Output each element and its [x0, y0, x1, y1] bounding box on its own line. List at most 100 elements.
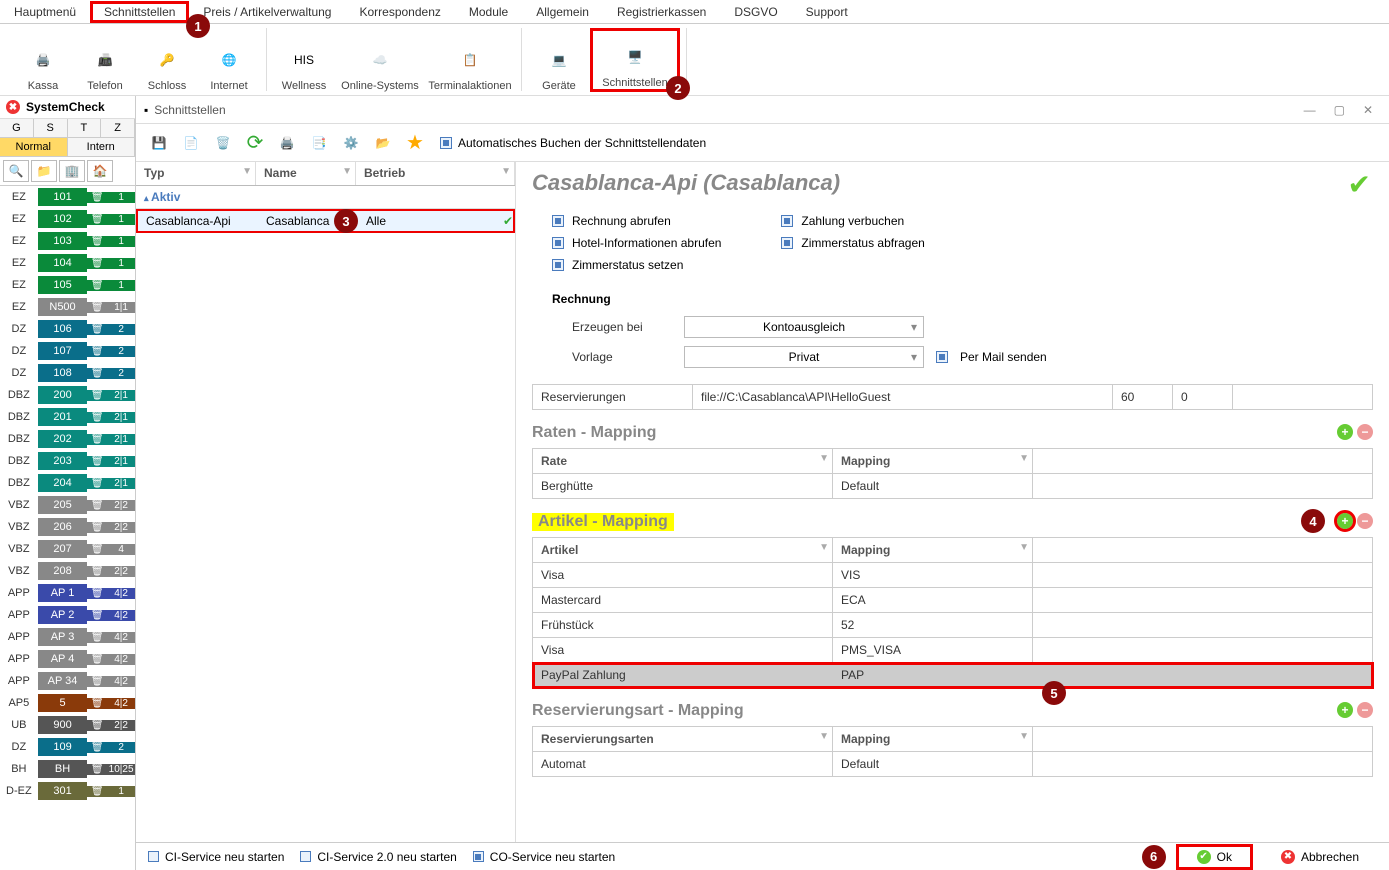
room-row[interactable]: VBZ207🗑4 [0, 538, 135, 560]
minimize-button[interactable]: — [1304, 103, 1316, 117]
ribbon-kassa[interactable]: 🖨️Kassa [12, 28, 74, 92]
ci-restart-checkbox[interactable]: CI-Service neu starten [148, 850, 284, 864]
maximize-button[interactable]: ▢ [1334, 103, 1345, 117]
ribbon-wellness[interactable]: HISWellness [273, 28, 335, 92]
building-icon[interactable]: 🏢 [59, 160, 85, 182]
menu-hauptmen[interactable]: Hauptmenü [0, 1, 90, 23]
menu-schnittstellen[interactable]: Schnittstellen [90, 1, 189, 23]
refresh-icon[interactable]: ⟳ [240, 128, 270, 158]
new-icon[interactable]: 📄 [176, 128, 206, 158]
table-row[interactable]: BerghütteDefault [533, 474, 1373, 499]
room-row[interactable]: APPAP 2🗑4|2 [0, 604, 135, 626]
room-row[interactable]: AP55🗑4|2 [0, 692, 135, 714]
menu-module[interactable]: Module [455, 1, 522, 23]
room-row[interactable]: DBZ203🗑2|1 [0, 450, 135, 472]
artikel-add-button[interactable]: + [1337, 513, 1353, 529]
auto-book-checkbox[interactable]: Automatisches Buchen der Schnittstellend… [440, 136, 706, 150]
room-row[interactable]: DBZ202🗑2|1 [0, 428, 135, 450]
room-row[interactable]: DZ106🗑2 [0, 318, 135, 340]
menu-allgemein[interactable]: Allgemein [522, 1, 603, 23]
option-rechnung-abrufen[interactable]: Rechnung abrufen [552, 212, 721, 230]
menu-preisartikelverwaltung[interactable]: Preis / Artikelverwaltung [189, 1, 345, 23]
ribbon-schloss[interactable]: 🔑Schloss [136, 28, 198, 92]
res-n1[interactable]: 60 [1113, 385, 1173, 410]
home-icon[interactable]: 🏠 [87, 160, 113, 182]
room-row[interactable]: DZ108🗑2 [0, 362, 135, 384]
group-aktiv[interactable]: Aktiv [136, 186, 515, 209]
folder-icon[interactable]: 📁 [31, 160, 57, 182]
room-row[interactable]: APPAP 34🗑4|2 [0, 670, 135, 692]
room-row[interactable]: EZ101🗑1 [0, 186, 135, 208]
room-row[interactable]: DBZ204🗑2|1 [0, 472, 135, 494]
col-typ[interactable]: Typ▼ [136, 162, 256, 185]
col-name[interactable]: Name▼ [256, 162, 356, 185]
gear-icon[interactable]: ⚙️ [336, 128, 366, 158]
permail-checkbox[interactable] [936, 351, 948, 363]
table-row[interactable]: VisaPMS_VISA [533, 638, 1373, 663]
ci2-restart-checkbox[interactable]: CI-Service 2.0 neu starten [300, 850, 456, 864]
menu-support[interactable]: Support [792, 1, 862, 23]
menu-dsgvo[interactable]: DSGVO [720, 1, 791, 23]
tab-S[interactable]: S [34, 119, 68, 137]
ribbon-telefon[interactable]: 📠Telefon [74, 28, 136, 92]
ok-button[interactable]: ✔Ok [1176, 844, 1253, 870]
erzeugen-select[interactable]: Kontoausgleich [684, 316, 924, 338]
room-row[interactable]: APPAP 1🗑4|2 [0, 582, 135, 604]
room-row[interactable]: DBZ200🗑2|1 [0, 384, 135, 406]
room-row[interactable]: VBZ206🗑2|2 [0, 516, 135, 538]
raten-remove-button[interactable]: − [1357, 424, 1373, 440]
room-row[interactable]: UB900🗑2|2 [0, 714, 135, 736]
close-button[interactable]: ✕ [1363, 103, 1373, 117]
room-row[interactable]: VBZ208🗑2|2 [0, 560, 135, 582]
artikel-remove-button[interactable]: − [1357, 513, 1373, 529]
open-folder-icon[interactable]: 📂 [368, 128, 398, 158]
room-row[interactable]: EZN500🗑1|1 [0, 296, 135, 318]
print-icon[interactable]: 🖨️ [272, 128, 302, 158]
menu-registrierkassen[interactable]: Registrierkassen [603, 1, 720, 23]
tab-T[interactable]: T [68, 119, 102, 137]
option-hotel-informationen-abrufen[interactable]: Hotel-Informationen abrufen [552, 234, 721, 252]
co-restart-checkbox[interactable]: CO-Service neu starten [473, 850, 615, 864]
option-zahlung-verbuchen[interactable]: Zahlung verbuchen [781, 212, 924, 230]
table-row[interactable]: VisaVIS [533, 563, 1373, 588]
room-row[interactable]: APPAP 3🗑4|2 [0, 626, 135, 648]
room-row[interactable]: EZ103🗑1 [0, 230, 135, 252]
menu-korrespondenz[interactable]: Korrespondenz [345, 1, 454, 23]
table-row[interactable]: Frühstück52 [533, 613, 1373, 638]
col-betrieb[interactable]: Betrieb▼ [356, 162, 515, 185]
res-path[interactable]: file://C:\Casablanca\API\HelloGuest [693, 385, 1113, 410]
resart-add-button[interactable]: + [1337, 702, 1353, 718]
tab-normal[interactable]: Normal [0, 138, 68, 156]
table-row[interactable]: AutomatDefault [533, 752, 1373, 777]
search-icon[interactable]: 🔍 [3, 160, 29, 182]
room-row[interactable]: EZ105🗑1 [0, 274, 135, 296]
room-row[interactable]: EZ104🗑1 [0, 252, 135, 274]
ribbon-internet[interactable]: 🌐Internet [198, 28, 260, 92]
copy-icon[interactable]: 📑 [304, 128, 334, 158]
raten-add-button[interactable]: + [1337, 424, 1353, 440]
option-zimmerstatus-abfragen[interactable]: Zimmerstatus abfragen [781, 234, 924, 252]
room-row[interactable]: DZ109🗑2 [0, 736, 135, 758]
ribbon-geräte[interactable]: 💻Geräte [528, 28, 590, 92]
room-row[interactable]: DZ107🗑2 [0, 340, 135, 362]
room-row[interactable]: APPAP 4🗑4|2 [0, 648, 135, 670]
tab-intern[interactable]: Intern [68, 138, 136, 156]
vorlage-select[interactable]: Privat [684, 346, 924, 368]
save-icon[interactable]: 💾 [144, 128, 174, 158]
resart-remove-button[interactable]: − [1357, 702, 1373, 718]
interface-row-casablanca[interactable]: Casablanca-Api Casablanca Alle ✔ [136, 209, 515, 233]
tab-G[interactable]: G [0, 119, 34, 137]
delete-icon[interactable]: 🗑️ [208, 128, 238, 158]
tab-Z[interactable]: Z [101, 119, 135, 137]
room-row[interactable]: BHBH🗑10|25 [0, 758, 135, 780]
star-icon[interactable]: ★ [400, 128, 430, 158]
room-row[interactable]: DBZ201🗑2|1 [0, 406, 135, 428]
res-n2[interactable]: 0 [1173, 385, 1233, 410]
ribbon-online-systems[interactable]: ☁️Online-Systems [335, 28, 425, 92]
room-row[interactable]: EZ102🗑1 [0, 208, 135, 230]
room-row[interactable]: D-EZ301🗑1 [0, 780, 135, 802]
table-row[interactable]: PayPal ZahlungPAP [533, 663, 1373, 688]
cancel-button[interactable]: ✖Abbrechen [1263, 847, 1377, 867]
ribbon-terminalaktionen[interactable]: 📋Terminalaktionen [425, 28, 515, 92]
option-zimmerstatus-setzen[interactable]: Zimmerstatus setzen [552, 256, 721, 274]
